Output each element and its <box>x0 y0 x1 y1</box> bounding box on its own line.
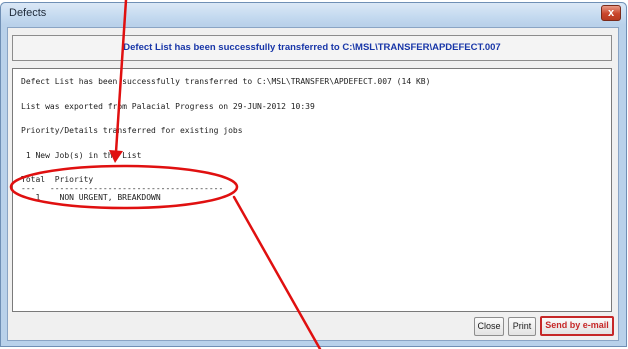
print-button[interactable]: Print <box>508 317 536 336</box>
transfer-message-header: Defect List has been successfully transf… <box>12 35 612 61</box>
log-line-transfer: Defect List has been successfully transf… <box>21 77 431 86</box>
log-line-export: List was exported from Palacial Progress… <box>21 102 315 111</box>
transfer-log-text-area[interactable]: Defect List has been successfully transf… <box>12 68 612 312</box>
send-by-email-button[interactable]: Send by e-mail <box>540 316 614 336</box>
log-table-divider: --- ------------------------------------ <box>21 184 224 193</box>
log-line-new-jobs: 1 New Job(s) in the List <box>21 151 142 160</box>
dialog-client-area: Defect List has been successfully transf… <box>7 27 619 341</box>
log-table-row: 1 NON URGENT, BREAKDOWN <box>21 193 161 202</box>
defects-dialog: Defects x Defect List has been successfu… <box>0 2 627 347</box>
log-table-header: Total Priority <box>21 175 94 184</box>
window-title: Defects <box>9 7 47 19</box>
window-close-button[interactable]: x <box>601 5 621 21</box>
close-button[interactable]: Close <box>474 317 504 336</box>
title-bar[interactable]: Defects x <box>1 3 626 25</box>
log-line-priority: Priority/Details transferred for existin… <box>21 126 243 135</box>
